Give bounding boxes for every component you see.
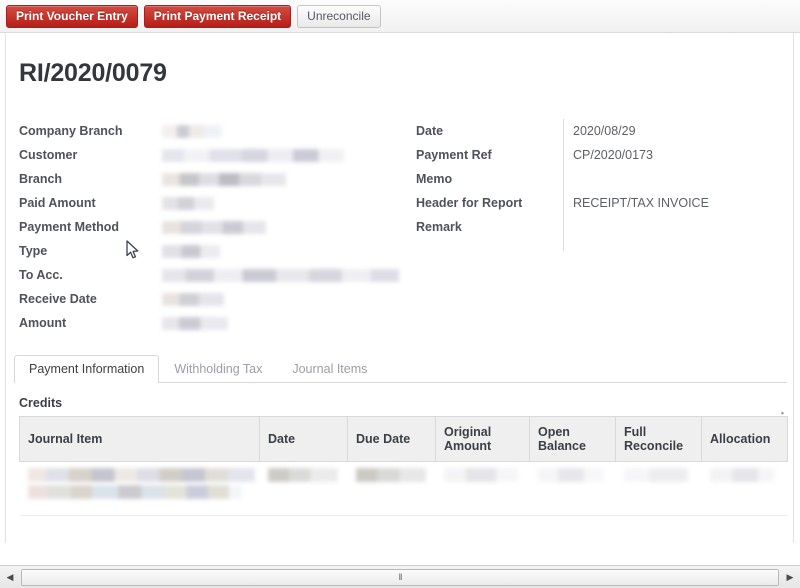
field-value: CP/2020/0173 <box>573 148 653 162</box>
field-receive-date: Receive Date <box>19 287 399 311</box>
field-paid-amount: Paid Amount <box>19 191 399 215</box>
field-label: Payment Method <box>19 220 120 234</box>
field-customer: Customer <box>19 143 399 167</box>
field-value-redacted <box>162 292 224 306</box>
field-value-redacted <box>162 316 228 330</box>
cell-value-redacted <box>443 468 518 482</box>
tab-bar: Payment Information Withholding Tax Jour… <box>14 355 787 383</box>
horizontal-scrollbar[interactable]: ◀ ‖ ▶ <box>0 565 800 588</box>
table-row[interactable] <box>19 461 788 516</box>
column-header-journal-item[interactable]: Journal Item <box>19 416 260 462</box>
column-header-open-balance[interactable]: Open Balance <box>529 416 616 462</box>
unreconcile-button[interactable]: Unreconcile <box>297 4 381 28</box>
page-title: RI/2020/0079 <box>19 59 167 87</box>
field-payment-method: Payment Method <box>19 215 399 239</box>
column-header-date[interactable]: Date <box>259 416 348 462</box>
cell-value-redacted <box>27 485 242 499</box>
field-to-acc: To Acc. <box>19 263 399 287</box>
cell-allocation <box>701 461 788 516</box>
field-value: 2020/08/29 <box>573 124 636 138</box>
tab-journal-items[interactable]: Journal Items <box>277 355 382 383</box>
field-value-redacted <box>162 148 344 162</box>
field-company-branch: Company Branch <box>19 119 399 143</box>
cell-original-amount <box>435 461 530 516</box>
field-label: To Acc. <box>19 268 63 282</box>
column-header-label: Allocation <box>710 432 771 446</box>
column-resize-handle-icon[interactable]: • <box>781 409 784 418</box>
field-type: Type <box>19 239 399 263</box>
tab-withholding-tax[interactable]: Withholding Tax <box>159 355 277 383</box>
field-label: Company Branch <box>19 124 123 138</box>
scrollbar-grip-icon: ‖ <box>398 572 403 582</box>
cell-full-reconcile <box>615 461 702 516</box>
field-remark: Remark <box>416 215 776 239</box>
field-label: Header for Report <box>416 196 523 210</box>
field-label: Type <box>19 244 48 258</box>
field-memo: Memo <box>416 167 776 191</box>
column-header-original-amount[interactable]: Original Amount <box>435 416 530 462</box>
cell-value-redacted <box>709 468 774 482</box>
field-value-redacted <box>162 172 286 186</box>
cell-date <box>259 461 348 516</box>
field-label: Memo <box>416 172 453 186</box>
tab-payment-information[interactable]: Payment Information <box>14 355 160 383</box>
column-header-due-date[interactable]: Due Date <box>347 416 436 462</box>
cell-journal-item <box>19 461 260 516</box>
cell-value-redacted <box>267 468 338 482</box>
cell-value-redacted <box>355 468 426 482</box>
cell-open-balance <box>529 461 616 516</box>
credits-table: Journal Item Date Due Date Original Amou… <box>19 409 788 516</box>
record-sheet: RI/2020/0079 Company Branch Customer Bra… <box>5 33 794 588</box>
field-label: Branch <box>19 172 63 186</box>
cell-value-redacted <box>537 468 604 482</box>
right-field-group: Date 2020/08/29 Payment Ref CP/2020/0173… <box>416 119 776 239</box>
cell-due-date <box>347 461 436 516</box>
column-header-allocation[interactable]: • Allocation <box>701 409 788 462</box>
field-label: Receive Date <box>19 292 97 306</box>
scroll-right-arrow-icon[interactable]: ▶ <box>780 567 800 588</box>
left-field-group: Company Branch Customer Branch Paid Amou… <box>19 119 399 335</box>
field-value-redacted <box>162 196 214 210</box>
app-window: Print Voucher Entry Print Payment Receip… <box>0 0 800 588</box>
field-value-redacted <box>162 244 220 258</box>
credits-section-title: Credits <box>19 396 63 410</box>
field-label: Remark <box>416 220 462 234</box>
field-label: Date <box>416 124 444 138</box>
scrollbar-track[interactable]: ‖ <box>21 568 779 586</box>
field-label: Amount <box>19 316 67 330</box>
column-header-full-reconcile[interactable]: Full Reconcile <box>615 416 702 462</box>
field-payment-ref: Payment Ref CP/2020/0173 <box>416 143 776 167</box>
field-value: RECEIPT/TAX INVOICE <box>573 196 709 210</box>
credits-table-wrap: Journal Item Date Due Date Original Amou… <box>19 409 788 516</box>
field-header-for-report: Header for Report RECEIPT/TAX INVOICE <box>416 191 776 215</box>
scroll-left-arrow-icon[interactable]: ◀ <box>0 567 20 588</box>
field-label: Customer <box>19 148 78 162</box>
print-payment-receipt-button[interactable]: Print Payment Receipt <box>143 4 292 28</box>
field-amount: Amount <box>19 311 399 335</box>
print-voucher-entry-button[interactable]: Print Voucher Entry <box>6 4 138 28</box>
scrollbar-thumb[interactable]: ‖ <box>22 569 778 585</box>
field-value-redacted <box>162 124 222 138</box>
field-label: Paid Amount <box>19 196 96 210</box>
table-header-row: Journal Item Date Due Date Original Amou… <box>19 409 788 462</box>
top-toolbar: Print Voucher Entry Print Payment Receip… <box>0 0 800 33</box>
field-value-redacted <box>162 220 266 234</box>
field-date: Date 2020/08/29 <box>416 119 776 143</box>
cell-value-redacted <box>27 468 255 482</box>
cell-value-redacted <box>623 468 688 482</box>
field-label: Payment Ref <box>416 148 492 162</box>
field-branch: Branch <box>19 167 399 191</box>
field-value-redacted <box>161 268 399 282</box>
